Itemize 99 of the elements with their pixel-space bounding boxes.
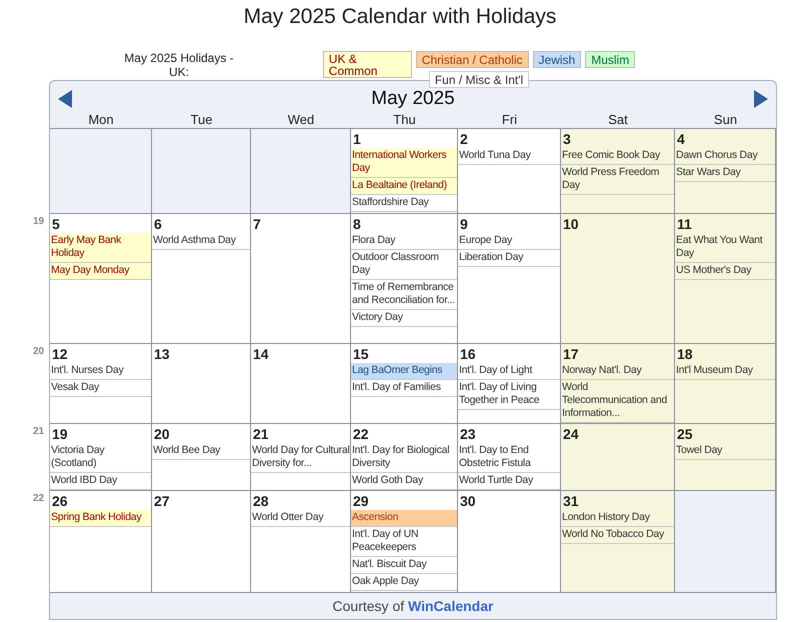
holiday-event[interactable]: Flora Day bbox=[351, 233, 457, 250]
holiday-event[interactable]: Victory Day bbox=[351, 310, 457, 327]
next-month-icon[interactable] bbox=[754, 90, 768, 108]
legend-item: UK & Common bbox=[322, 51, 412, 78]
legend-item: Jewish bbox=[532, 51, 582, 68]
weekday-header: Tue bbox=[190, 111, 214, 128]
day-number: 2 bbox=[459, 130, 469, 148]
day-number: 27 bbox=[153, 492, 171, 510]
holiday-event[interactable]: Free Comic Book Day bbox=[561, 148, 674, 165]
holiday-event[interactable]: Outdoor Classroom Day bbox=[351, 250, 457, 280]
holiday-event[interactable]: World Tuna Day bbox=[458, 148, 560, 165]
weekday-header: Thu bbox=[392, 111, 417, 128]
page-title: May 2025 Calendar with Holidays bbox=[242, 4, 558, 30]
weekday-header: Sun bbox=[712, 111, 738, 128]
holiday-event[interactable]: Int'l. Day to End Obstetric Fistula bbox=[458, 443, 560, 473]
day-number: 6 bbox=[153, 215, 163, 233]
day-number: 17 bbox=[562, 345, 580, 363]
day-number: 26 bbox=[51, 492, 69, 510]
holiday-event[interactable]: La Bealtaine (Ireland) bbox=[351, 178, 457, 195]
holiday-event[interactable]: Norway Nat'l. Day bbox=[561, 363, 674, 380]
holiday-event[interactable]: Int'l. Nurses Day bbox=[50, 363, 151, 380]
day-number: 22 bbox=[352, 425, 370, 443]
holiday-event[interactable]: Vesak Day bbox=[50, 380, 151, 397]
weekday-header: Wed bbox=[286, 111, 316, 128]
holiday-event[interactable]: World No Tobacco Day bbox=[561, 527, 674, 544]
month-title: May 2025 bbox=[371, 88, 455, 110]
week-number: 22 bbox=[33, 493, 44, 504]
day-number: 20 bbox=[153, 425, 171, 443]
day-number: 11 bbox=[676, 215, 693, 233]
holiday-event[interactable]: Victoria Day (Scotland) bbox=[50, 443, 151, 473]
holiday-event[interactable]: Oak Apple Day bbox=[351, 574, 457, 591]
courtesy-text: Courtesy of WinCalendar bbox=[332, 597, 494, 616]
holiday-event[interactable]: Early May Bank Holiday bbox=[50, 233, 151, 263]
holiday-event[interactable]: Int'l. Day of UN Peacekeepers bbox=[351, 527, 457, 557]
holiday-event[interactable]: World Goth Day bbox=[351, 473, 457, 490]
holiday-event[interactable]: Spring Bank Holiday bbox=[50, 510, 151, 527]
weekday-header: Fri bbox=[500, 111, 518, 128]
day-number: 30 bbox=[459, 492, 477, 510]
holiday-event[interactable]: World Bee Day bbox=[152, 443, 250, 460]
holiday-event[interactable]: World Asthma Day bbox=[152, 233, 250, 250]
legend-item: Christian / Catholic bbox=[416, 51, 529, 68]
holiday-event[interactable]: World Otter Day bbox=[251, 510, 350, 527]
holiday-event[interactable]: World Press Freedom Day bbox=[561, 165, 674, 195]
holiday-event[interactable]: Nat'l. Biscuit Day bbox=[351, 557, 457, 574]
holiday-event[interactable]: Int'l Museum Day bbox=[675, 363, 775, 380]
day-number: 29 bbox=[352, 492, 370, 510]
day-number: 31 bbox=[562, 492, 580, 510]
week-number: 19 bbox=[33, 216, 44, 227]
holiday-event[interactable]: Eat What You Want Day bbox=[675, 233, 775, 263]
holiday-event[interactable]: World Day for Cultural Diversity for... bbox=[251, 443, 350, 473]
holiday-event[interactable]: London History Day bbox=[561, 510, 674, 527]
holiday-event[interactable]: Int'l. Day of Living Together in Peace bbox=[458, 380, 560, 410]
legend-item: Fun / Misc & Int'l bbox=[428, 71, 530, 88]
weekday-header: Sat bbox=[607, 111, 629, 128]
holiday-event[interactable]: Ascension bbox=[351, 510, 457, 527]
day-number: 23 bbox=[459, 425, 477, 443]
day-number: 16 bbox=[459, 345, 477, 363]
holiday-event[interactable]: International Workers Day bbox=[351, 148, 457, 178]
day-number: 12 bbox=[51, 345, 69, 363]
holiday-event[interactable]: Staffordshire Day bbox=[351, 195, 457, 212]
holiday-event[interactable]: Europe Day bbox=[458, 233, 560, 250]
legend-item: Muslim bbox=[585, 51, 636, 68]
wincalendar-link[interactable]: WinCalendar bbox=[408, 598, 494, 614]
holiday-event[interactable]: Int'l. Day of Families bbox=[351, 380, 457, 397]
day-number: 19 bbox=[51, 425, 69, 443]
day-number: 18 bbox=[676, 345, 694, 363]
holiday-event[interactable]: Lag BaOmer Begins bbox=[351, 363, 457, 380]
holiday-event[interactable]: Int'l. Day of Light bbox=[458, 363, 560, 380]
day-number: 25 bbox=[676, 425, 694, 443]
holiday-event[interactable]: Int'l. Day for Biological Diversity bbox=[351, 443, 457, 473]
holiday-event[interactable]: Liberation Day bbox=[458, 250, 560, 267]
week-number: 21 bbox=[33, 426, 44, 437]
weekday-header: Mon bbox=[87, 111, 115, 128]
day-number: 7 bbox=[252, 215, 262, 233]
day-number: 1 bbox=[352, 130, 362, 148]
day-number: 3 bbox=[562, 130, 572, 148]
holiday-event[interactable]: World IBD Day bbox=[50, 473, 151, 490]
day-number: 14 bbox=[252, 345, 270, 363]
day-number: 28 bbox=[252, 492, 270, 510]
holiday-event[interactable]: Dawn Chorus Day bbox=[675, 148, 775, 165]
holiday-event[interactable]: World Telecommunication and Information... bbox=[561, 380, 674, 423]
holiday-event[interactable]: Time of Remembrance and Reconciliation for... bbox=[351, 280, 457, 310]
holiday-event[interactable]: Towel Day bbox=[675, 443, 775, 460]
holiday-event[interactable]: Star Wars Day bbox=[675, 165, 775, 182]
day-number: 13 bbox=[153, 345, 171, 363]
day-number: 10 bbox=[562, 215, 580, 233]
day-number: 15 bbox=[352, 345, 370, 363]
week-number: 20 bbox=[33, 346, 44, 357]
day-number: 21 bbox=[252, 425, 270, 443]
holiday-event[interactable]: US Mother's Day bbox=[675, 263, 775, 280]
day-number: 5 bbox=[51, 215, 61, 233]
holiday-event[interactable]: May Day Monday bbox=[50, 263, 151, 280]
previous-month-icon[interactable] bbox=[58, 90, 72, 108]
day-number: 8 bbox=[352, 215, 362, 233]
day-number: 4 bbox=[676, 130, 686, 148]
holiday-event[interactable]: World Turtle Day bbox=[458, 473, 560, 490]
legend-label: May 2025 Holidays - UK: bbox=[123, 51, 235, 79]
day-number: 9 bbox=[459, 215, 469, 233]
day-number: 24 bbox=[562, 425, 580, 443]
